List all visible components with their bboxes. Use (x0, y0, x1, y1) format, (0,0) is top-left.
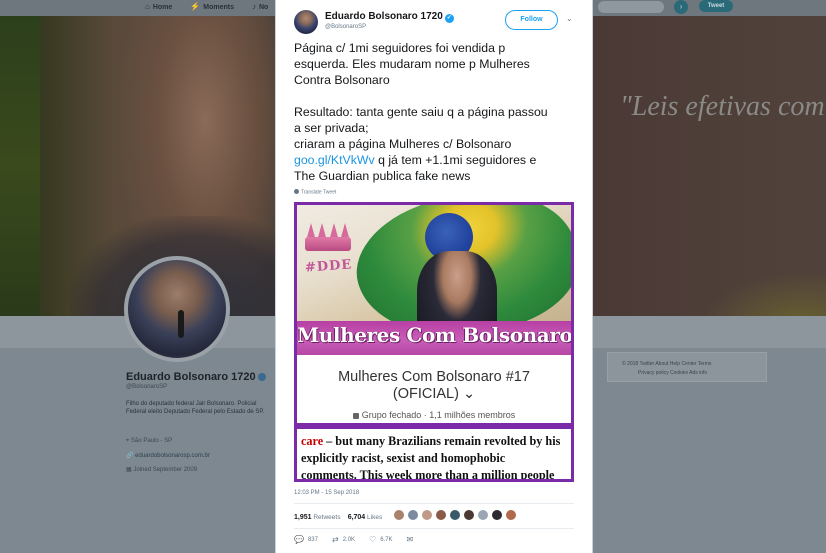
compose-avatar-icon[interactable]: › (674, 0, 688, 14)
banner-decoration (700, 271, 826, 316)
tweet-text-line: Página c/ 1mi seguidores foi vendida p (294, 41, 506, 55)
envelope-icon: ✉ (406, 535, 414, 544)
tweet-text-line: esquerda. Eles mudaram nome p Mulheres (294, 57, 530, 71)
tweet-text-line: criaram a página Mulheres c/ Bolsonaro (294, 137, 512, 151)
avatar[interactable] (393, 509, 405, 521)
tweet-text: Página c/ 1mi seguidores foi vendida p e… (294, 40, 584, 184)
footer-links-line2[interactable]: Privacy policy Cookies Ads info (622, 369, 752, 378)
group-subtitle: Grupo fechado · 1,1 milhões membros (297, 410, 571, 420)
tweet-stats: 1,951 Retweets 6,704 Likes (294, 514, 382, 521)
tweet-compose-button[interactable]: Tweet (699, 0, 733, 12)
top-nav-links: ⌂ Home ⚡ Moments ♪ No (145, 0, 268, 12)
avatar[interactable] (491, 509, 503, 521)
profile-name[interactable]: Eduardo Bolsonaro 1720 (126, 371, 266, 383)
author-avatar[interactable] (294, 10, 318, 34)
liker-avatars (393, 509, 517, 521)
profile-avatar[interactable] (124, 256, 230, 362)
verified-badge-icon: ✓ (444, 14, 454, 23)
group-title: Mulheres Com Bolsonaro #17 (OFICIAL) ⌄ (297, 369, 571, 403)
profile-handle: @BolsonaroSP (126, 384, 168, 390)
nav-notifications[interactable]: ♪ No (252, 2, 268, 11)
home-icon: ⌂ (145, 1, 150, 11)
article-line: care – but many Brazilians remain revolt… (301, 434, 561, 448)
moments-icon: ⚡ (190, 1, 201, 11)
tweet-timestamp[interactable]: 12:03 PM - 15 Sep 2018 (294, 490, 359, 496)
bell-icon: ♪ (252, 1, 256, 11)
avatar[interactable] (463, 509, 475, 521)
article-line: comments. This week more than a million … (301, 468, 555, 479)
search-input[interactable] (598, 1, 664, 13)
author-name[interactable]: Eduardo Bolsonaro 1720 ✓ (325, 11, 454, 23)
profile-website[interactable]: 🔗 eduardobolsonarosp.com.br (126, 452, 210, 459)
avatar[interactable] (407, 509, 419, 521)
avatar[interactable] (435, 509, 447, 521)
chevron-down-icon[interactable]: ⌄ (566, 14, 573, 23)
author-handle[interactable]: @BolsonaroSP (325, 24, 366, 30)
crown-icon (303, 223, 353, 253)
reply-icon: 💬 (294, 535, 304, 544)
chevron-down-icon: ⌄ (462, 386, 476, 402)
retweets-stat[interactable]: 1,951 Retweets (294, 514, 340, 521)
direct-message-button[interactable]: ✉ (407, 535, 414, 544)
footer-links: © 2018 Twitter About Help Center Terms P… (607, 352, 767, 382)
image-divider (297, 423, 571, 429)
group-title-line1: Mulheres Com Bolsonaro #17 (338, 369, 530, 385)
verified-badge-icon (257, 373, 266, 382)
like-button[interactable]: ♡ 6.7K (369, 535, 393, 544)
profile-bio: Filho do deputado federal Jair Bolsonaro… (126, 401, 265, 415)
profile-location: ⌖ São Paulo - SP (126, 438, 173, 444)
reply-button[interactable]: 💬 837 (294, 535, 318, 544)
divider (294, 528, 574, 529)
follow-button[interactable]: Follow (505, 10, 558, 30)
tweet-actions: 💬 837 ⇄ 2.0K ♡ 6.7K ✉ (294, 535, 413, 544)
heart-icon: ♡ (369, 535, 377, 544)
divider (294, 503, 574, 504)
avatar[interactable] (449, 509, 461, 521)
tweet-text-line: a ser privada; (294, 121, 369, 135)
tweet-text-line: Resultado: tanta gente saiu q a página p… (294, 105, 548, 119)
tweet-text-line: The Guardian publica fake news (294, 169, 471, 183)
avatar[interactable] (477, 509, 489, 521)
avatar[interactable] (505, 509, 517, 521)
tweet-text-line: Contra Bolsonaro (294, 73, 390, 87)
image-banner-text: Mulheres Com Bolsonaro (297, 323, 571, 347)
tweet-image[interactable]: #DDE Mulheres Com Bolsonaro Mulheres Com… (294, 202, 574, 482)
microphone-icon (178, 310, 184, 338)
lock-icon (352, 412, 359, 419)
tweet-link[interactable]: goo.gl/KtVkWv (294, 153, 375, 167)
banner-flag (0, 16, 40, 316)
profile-joined: ▦ Joined September 2009 (126, 467, 198, 473)
tweet-modal: Eduardo Bolsonaro 1720 ✓ @BolsonaroSP Fol… (275, 0, 593, 553)
footer-links-line1[interactable]: © 2018 Twitter About Help Center Terms (622, 360, 752, 369)
image-tag: #DDE (304, 257, 353, 276)
retweet-button[interactable]: ⇄ 2.0K (332, 535, 355, 544)
article-line: explicitly racist, sexist and homophobic (301, 451, 506, 465)
tweet-text-line: goo.gl/KtVkWv q já tem +1.1mi seguidores… (294, 153, 537, 167)
likes-stat[interactable]: 6,704 Likes (348, 514, 383, 521)
avatar[interactable] (421, 509, 433, 521)
article-excerpt: care – but many Brazilians remain revolt… (301, 433, 571, 479)
globe-icon (294, 189, 299, 194)
group-title-line2: (OFICIAL) ⌄ (392, 386, 476, 402)
translate-tweet-link[interactable]: Translate Tweet (294, 189, 336, 196)
nav-home[interactable]: ⌂ Home (145, 2, 172, 11)
retweet-icon: ⇄ (331, 535, 339, 544)
nav-moments[interactable]: ⚡ Moments (190, 2, 234, 11)
banner-slogan: "Leis efetivas com (620, 91, 825, 122)
